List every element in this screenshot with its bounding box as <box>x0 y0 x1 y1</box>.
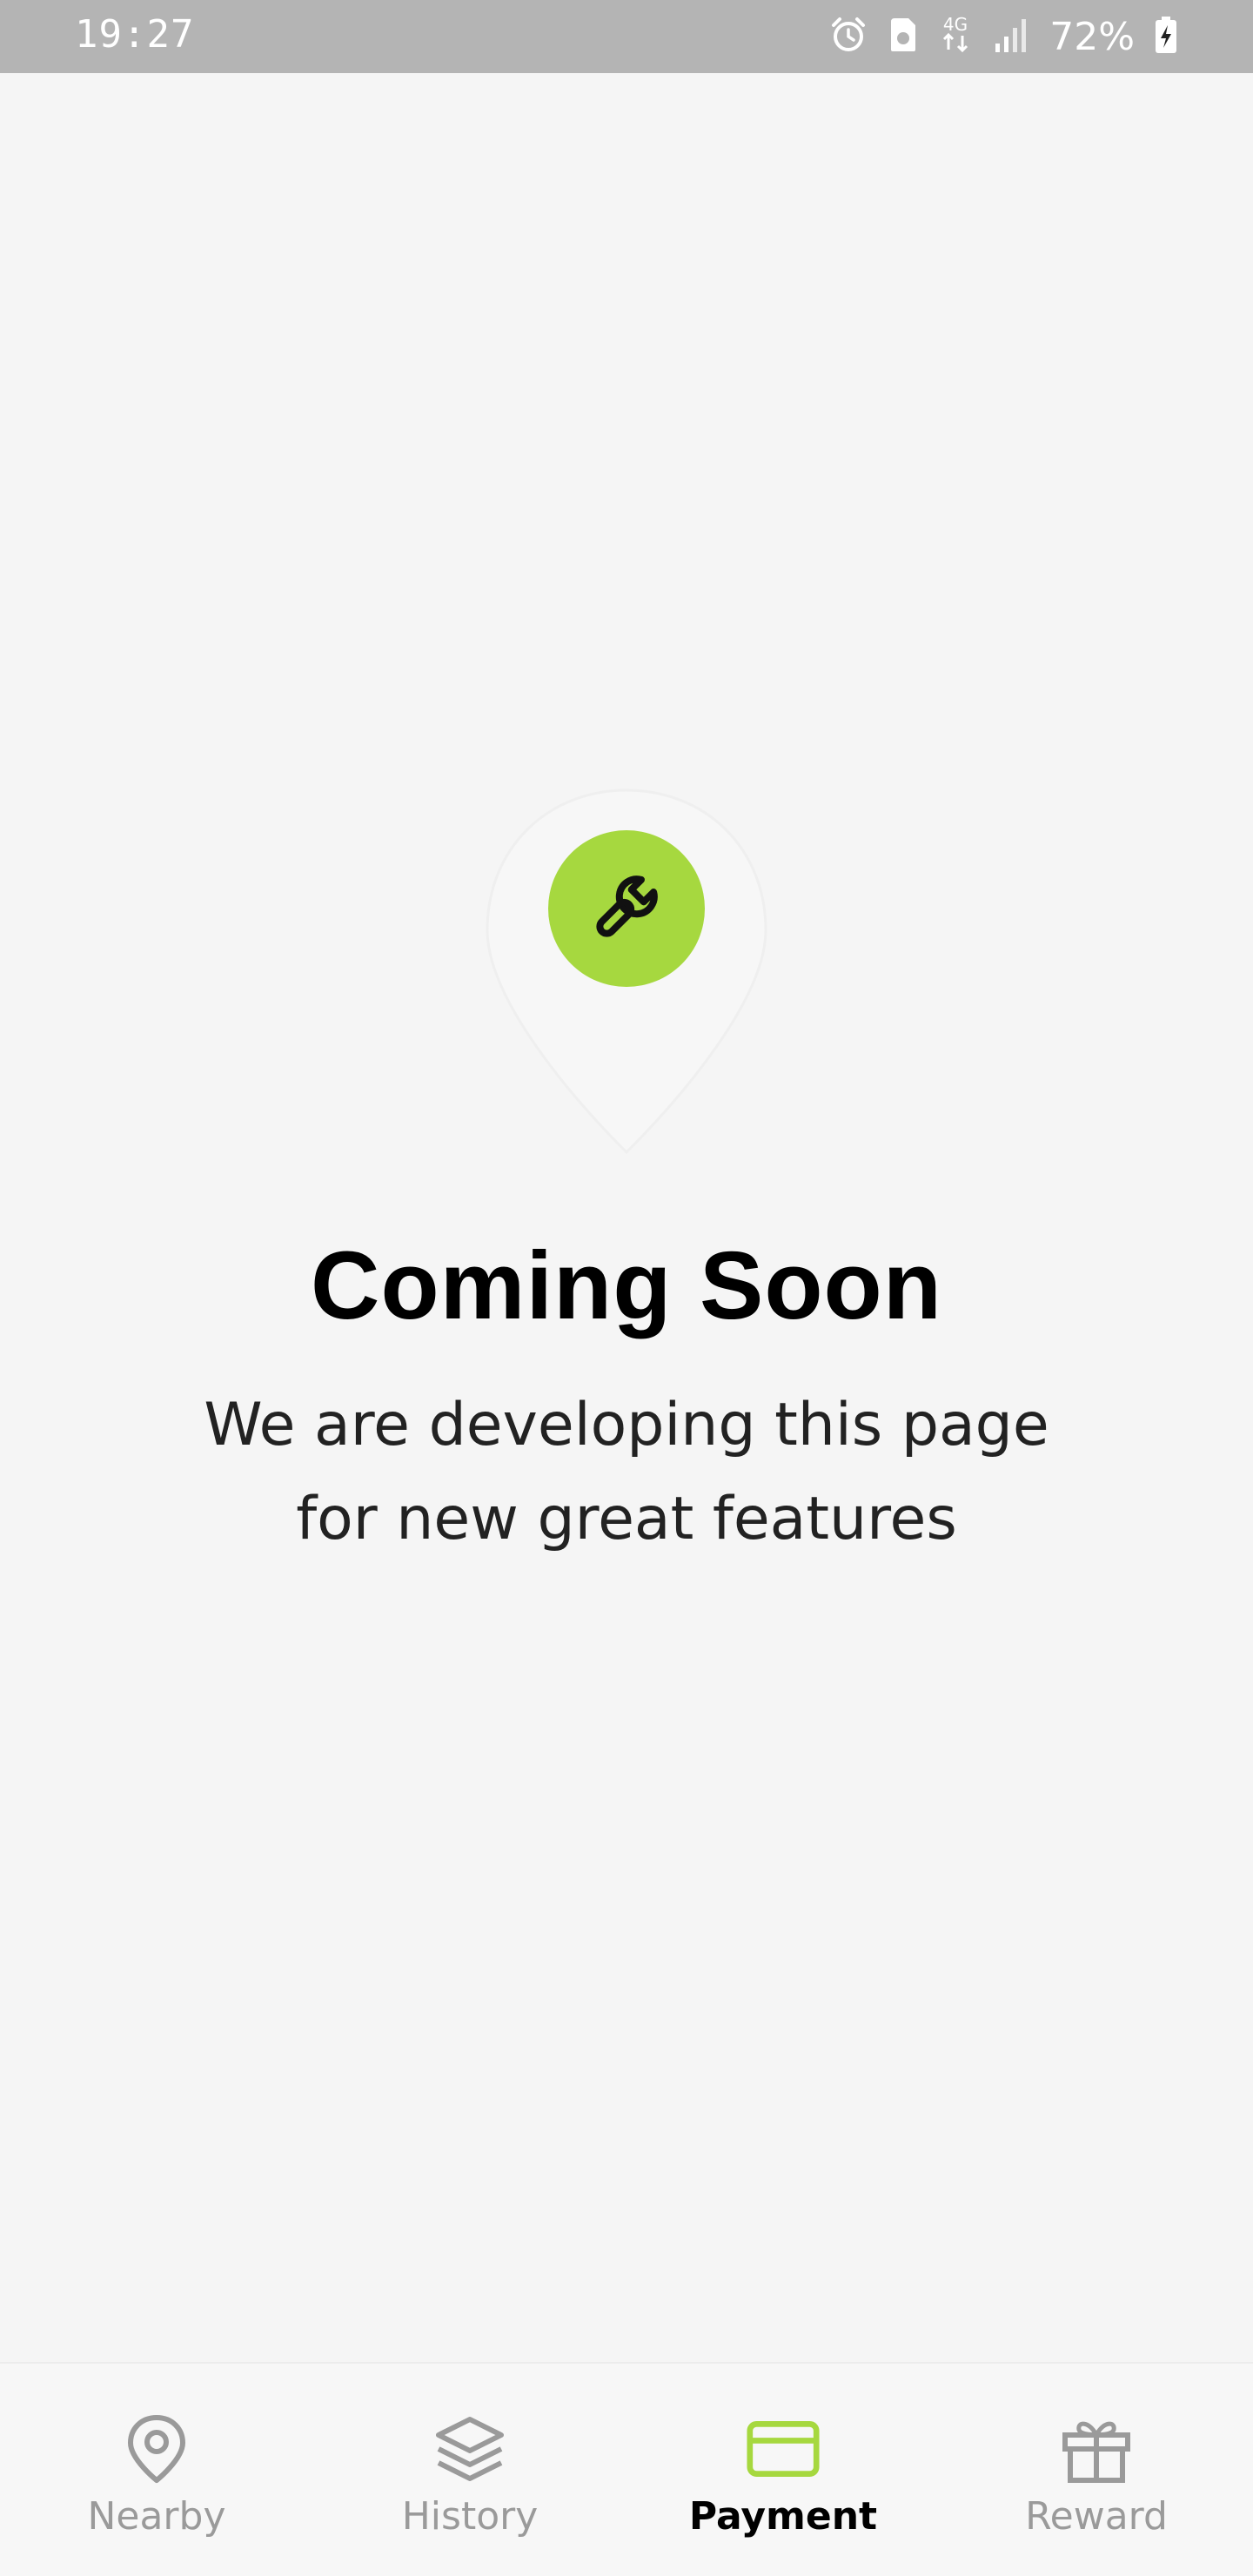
nav-label-nearby: Nearby <box>87 2494 226 2539</box>
page-title: Coming Soon <box>311 1232 942 1339</box>
card-icon <box>747 2412 820 2485</box>
subtitle-line-2: for new great features <box>296 1485 957 1553</box>
page-subtitle: We are developing this page for new grea… <box>104 1379 1149 1566</box>
battery-percent: 72% <box>1049 14 1135 59</box>
layers-icon <box>433 2412 506 2485</box>
coming-soon-illustration <box>479 787 774 1161</box>
screen: 19:27 4G 72% Coming Soon We are developi… <box>0 0 1253 2576</box>
nav-item-reward[interactable]: Reward <box>940 2364 1253 2576</box>
storage-icon <box>888 15 919 58</box>
network-label: 4G <box>943 14 968 35</box>
location-pin-icon <box>120 2412 193 2485</box>
nav-label-payment: Payment <box>688 2494 878 2539</box>
wrench-badge <box>548 830 705 987</box>
nav-item-nearby[interactable]: Nearby <box>0 2364 313 2576</box>
status-bar: 19:27 4G 72% <box>0 0 1253 73</box>
signal-icon <box>992 16 1030 57</box>
nav-item-history[interactable]: History <box>313 2364 626 2576</box>
gift-icon <box>1060 2412 1133 2485</box>
wrench-icon <box>585 865 668 952</box>
status-icons: 4G 72% <box>828 10 1178 63</box>
network-4g-icon: 4G <box>938 13 973 60</box>
coming-soon-content: Coming Soon We are developing this page … <box>0 73 1253 2362</box>
nav-item-payment[interactable]: Payment <box>626 2364 940 2576</box>
status-time: 19:27 <box>75 12 195 57</box>
nav-label-reward: Reward <box>1025 2494 1168 2539</box>
battery-charging-icon <box>1154 15 1178 58</box>
subtitle-line-1: We are developing this page <box>204 1391 1049 1459</box>
alarm-icon <box>828 15 868 58</box>
bottom-nav: Nearby History Payment Reward <box>0 2362 1253 2576</box>
nav-label-history: History <box>401 2494 539 2539</box>
